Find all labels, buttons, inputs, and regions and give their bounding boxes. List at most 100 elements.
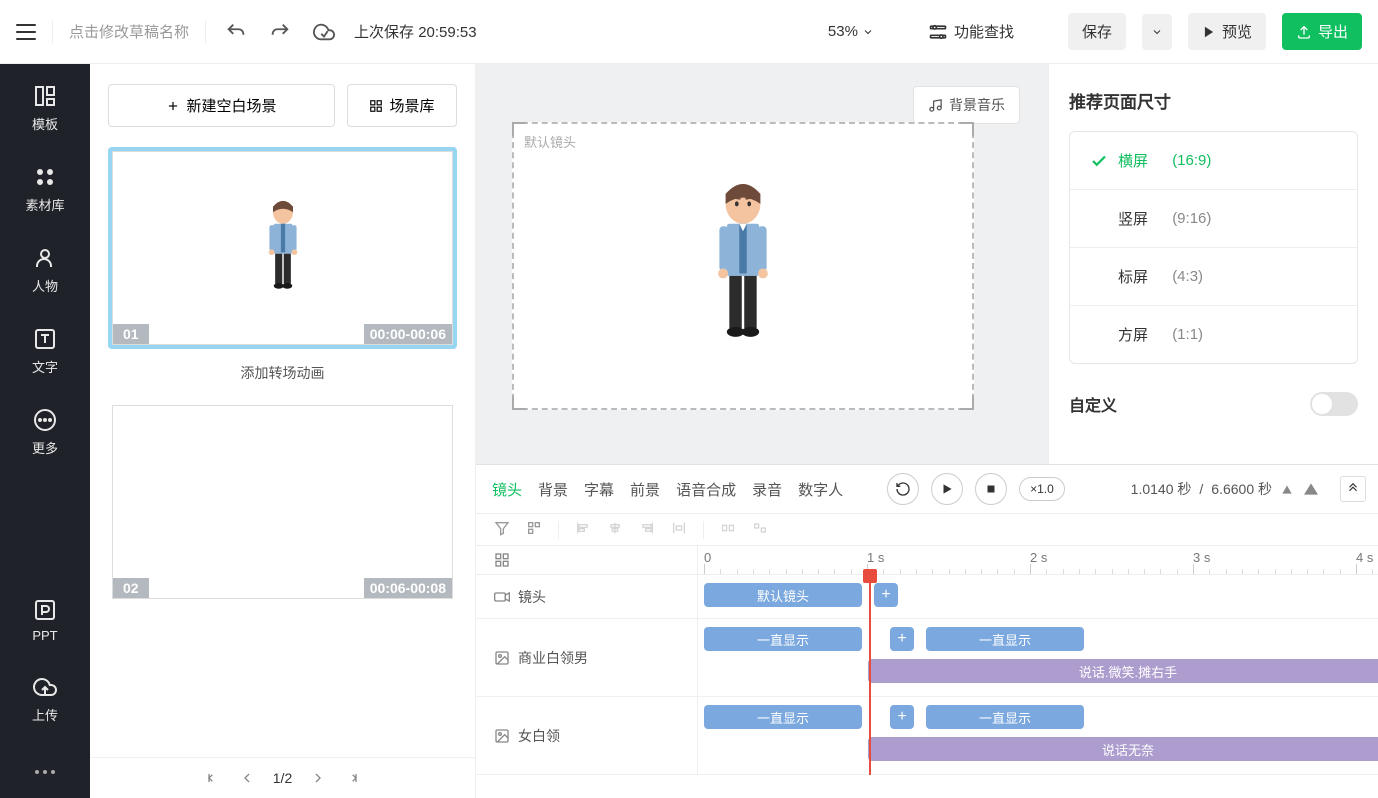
ruler-label: 3 s xyxy=(1193,550,1210,565)
chevron-down-icon xyxy=(862,26,874,38)
custom-size-toggle[interactable] xyxy=(1310,392,1358,416)
prev-page-button[interactable] xyxy=(239,770,255,786)
grid-icon xyxy=(369,99,383,113)
music-icon xyxy=(928,98,943,113)
ruler-label: 1 s xyxy=(867,550,884,565)
export-icon xyxy=(1296,24,1312,40)
page-indicator: 1/2 xyxy=(273,770,292,786)
timeline-tool-group[interactable] xyxy=(720,520,736,539)
zoom-control[interactable]: 53% xyxy=(828,23,874,40)
canvas-frame[interactable]: 默认镜头 xyxy=(512,122,974,410)
cloud-sync-icon[interactable] xyxy=(310,18,338,46)
sidebar-item-text[interactable]: 文字 xyxy=(32,327,58,376)
play-button[interactable] xyxy=(931,473,963,505)
scene-card-02[interactable]: 02 00:06-00:08 xyxy=(108,401,457,603)
image-icon xyxy=(494,650,510,666)
add-clip-button[interactable]: + xyxy=(890,627,914,651)
clip-always-show[interactable]: 一直显示 xyxy=(926,705,1084,729)
preview-button[interactable]: 预览 xyxy=(1188,13,1266,50)
sidebar-item-people[interactable]: 人物 xyxy=(32,246,58,295)
menu-toggle[interactable] xyxy=(16,24,36,40)
timeline-expand-button[interactable] xyxy=(1340,476,1366,502)
timeline-tab-shot[interactable]: 镜头 xyxy=(488,475,526,504)
canvas-shot-label: 默认镜头 xyxy=(524,132,576,151)
playback-speed[interactable]: ×1.0 xyxy=(1019,477,1065,501)
timeline-tab-record[interactable]: 录音 xyxy=(748,475,786,504)
timeline-tool-distribute[interactable] xyxy=(671,520,687,539)
character-on-canvas[interactable] xyxy=(702,179,784,353)
scene-card-01[interactable]: 01 00:00-00:06 xyxy=(108,147,457,349)
timeline-tool-layers[interactable] xyxy=(526,520,542,539)
grid-icon[interactable] xyxy=(494,552,510,568)
timeline-tab-background[interactable]: 背景 xyxy=(534,475,572,504)
draft-name[interactable]: 点击修改草稿名称 xyxy=(69,21,189,42)
timeline-tool-align-center[interactable] xyxy=(607,520,623,539)
scene-number: 02 xyxy=(113,578,149,598)
sidebar-item-ppt[interactable]: PPT xyxy=(32,598,57,643)
sidebar-item-templates[interactable]: 模板 xyxy=(32,84,58,133)
track-label-businesswoman: 女白领 xyxy=(476,697,698,774)
timeline-tool-ungroup[interactable] xyxy=(752,520,768,539)
track-label-businessman: 商业白领男 xyxy=(476,619,698,696)
plus-icon xyxy=(166,99,180,113)
ruler-label: 0 xyxy=(704,550,711,565)
add-clip-button[interactable]: + xyxy=(874,583,898,607)
clip-talk-helpless[interactable]: 说话无奈 xyxy=(868,737,1378,761)
recommended-size-title: 推荐页面尺寸 xyxy=(1069,88,1358,113)
timeline-tab-avatar[interactable]: 数字人 xyxy=(794,475,847,504)
timeline-total-time: 6.6600 秒 xyxy=(1211,479,1272,499)
last-page-button[interactable] xyxy=(344,770,360,786)
redo-button[interactable] xyxy=(266,18,294,46)
aspect-option-landscape[interactable]: 横屏 (16:9) xyxy=(1070,132,1357,190)
sidebar-item-upload[interactable]: 上传 xyxy=(32,675,58,724)
clip-always-show[interactable]: 一直显示 xyxy=(704,705,862,729)
add-transition-button[interactable]: 添加转场动画 xyxy=(108,363,457,383)
timeline-tool-align-left[interactable] xyxy=(575,520,591,539)
clip-talk-smile-wave[interactable]: 说话.微笑.摊右手 xyxy=(868,659,1378,683)
clip-always-show[interactable]: 一直显示 xyxy=(926,627,1084,651)
image-icon xyxy=(494,728,510,744)
timeline-tab-foreground[interactable]: 前景 xyxy=(626,475,664,504)
export-button[interactable]: 导出 xyxy=(1282,13,1362,50)
scene-time-range: 00:00-00:06 xyxy=(364,324,452,344)
save-button[interactable]: 保存 xyxy=(1068,13,1126,50)
background-music-button[interactable]: 背景音乐 xyxy=(913,86,1020,124)
play-icon xyxy=(1202,25,1216,39)
clip-default-shot[interactable]: 默认镜头 xyxy=(704,583,862,607)
scene-library-button[interactable]: 场景库 xyxy=(347,84,457,127)
timeline-tab-tts[interactable]: 语音合成 xyxy=(672,475,740,504)
clip-always-show[interactable]: 一直显示 xyxy=(704,627,862,651)
sidebar-more-dots[interactable] xyxy=(35,756,55,788)
divider xyxy=(205,20,206,44)
timeline-current-time: 1.0140 秒 xyxy=(1131,479,1192,499)
check-icon xyxy=(1090,152,1108,170)
save-dropdown[interactable] xyxy=(1142,14,1172,50)
ruler-label: 2 s xyxy=(1030,550,1047,565)
settings-icon xyxy=(928,22,948,42)
timeline-tool-filter[interactable] xyxy=(494,520,510,539)
timeline-tab-subtitle[interactable]: 字幕 xyxy=(580,475,618,504)
new-blank-scene-button[interactable]: 新建空白场景 xyxy=(108,84,335,127)
first-page-button[interactable] xyxy=(205,770,221,786)
next-page-button[interactable] xyxy=(310,770,326,786)
aspect-option-square[interactable]: 方屏 (1:1) xyxy=(1070,306,1357,363)
rewind-button[interactable] xyxy=(887,473,919,505)
zoom-in-icon[interactable] xyxy=(1302,482,1320,496)
function-search[interactable]: 功能查找 xyxy=(928,21,1014,42)
track-label-shot: 镜头 xyxy=(476,575,698,618)
timeline-tool-align-right[interactable] xyxy=(639,520,655,539)
character-thumbnail xyxy=(261,198,305,298)
camera-icon xyxy=(494,589,510,605)
add-clip-button[interactable]: + xyxy=(890,705,914,729)
aspect-option-portrait[interactable]: 竖屏 (9:16) xyxy=(1070,190,1357,248)
sidebar-item-assets[interactable]: 素材库 xyxy=(25,165,64,214)
zoom-out-icon[interactable] xyxy=(1280,483,1294,495)
custom-size-label: 自定义 xyxy=(1069,392,1117,416)
ruler-label: 4 s xyxy=(1356,550,1373,565)
aspect-option-standard[interactable]: 标屏 (4:3) xyxy=(1070,248,1357,306)
scene-time-range: 00:06-00:08 xyxy=(364,578,452,598)
sidebar-item-more[interactable]: 更多 xyxy=(32,408,58,457)
undo-button[interactable] xyxy=(222,18,250,46)
stop-button[interactable] xyxy=(975,473,1007,505)
last-save-label: 上次保存 20:59:53 xyxy=(354,21,477,42)
